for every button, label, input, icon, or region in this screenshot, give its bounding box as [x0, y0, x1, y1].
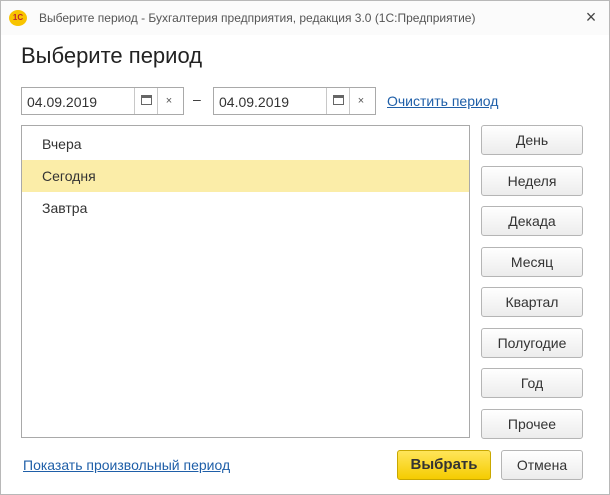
start-date-value: 04.09.2019	[27, 94, 98, 110]
decade-button[interactable]: Декада	[481, 206, 583, 236]
cancel-button[interactable]: Отмена	[501, 450, 583, 480]
end-date-value: 04.09.2019	[219, 94, 290, 110]
end-date-field[interactable]: 04.09.2019 ×	[213, 87, 376, 115]
end-date-clear-button[interactable]: ×	[350, 88, 372, 114]
start-date-clear-button[interactable]: ×	[158, 88, 180, 114]
1c-logo-icon: 1С	[9, 10, 27, 26]
window-title: Выберите период - Бухгалтерия предприяти…	[39, 11, 476, 25]
list-item-today[interactable]: Сегодня	[22, 160, 469, 192]
week-button[interactable]: Неделя	[481, 166, 583, 196]
quarter-button[interactable]: Квартал	[481, 287, 583, 317]
close-icon[interactable]: ×	[581, 7, 601, 27]
end-date-calendar-button[interactable]	[327, 88, 349, 114]
select-button[interactable]: Выбрать	[397, 450, 491, 480]
list-item-tomorrow[interactable]: Завтра	[22, 192, 469, 224]
period-separator: –	[193, 91, 201, 107]
title-bar: 1С Выберите период - Бухгалтерия предпри…	[1, 1, 609, 35]
calendar-icon	[332, 95, 344, 106]
day-button[interactable]: День	[481, 125, 583, 155]
page-title: Выберите период	[21, 43, 203, 68]
half-year-button[interactable]: Полугодие	[481, 328, 583, 358]
year-button[interactable]: Год	[481, 368, 583, 398]
month-button[interactable]: Месяц	[481, 247, 583, 277]
list-item-yesterday[interactable]: Вчера	[22, 128, 469, 160]
clear-period-link[interactable]: Очистить период	[387, 93, 498, 109]
show-custom-period-link[interactable]: Показать произвольный период	[23, 457, 230, 473]
start-date-calendar-button[interactable]	[135, 88, 157, 114]
other-button[interactable]: Прочее	[481, 409, 583, 439]
calendar-icon	[140, 95, 152, 106]
choose-period-dialog: 1С Выберите период - Бухгалтерия предпри…	[0, 0, 610, 495]
start-date-field[interactable]: 04.09.2019 ×	[21, 87, 184, 115]
period-list[interactable]: Вчера Сегодня Завтра	[21, 125, 470, 438]
